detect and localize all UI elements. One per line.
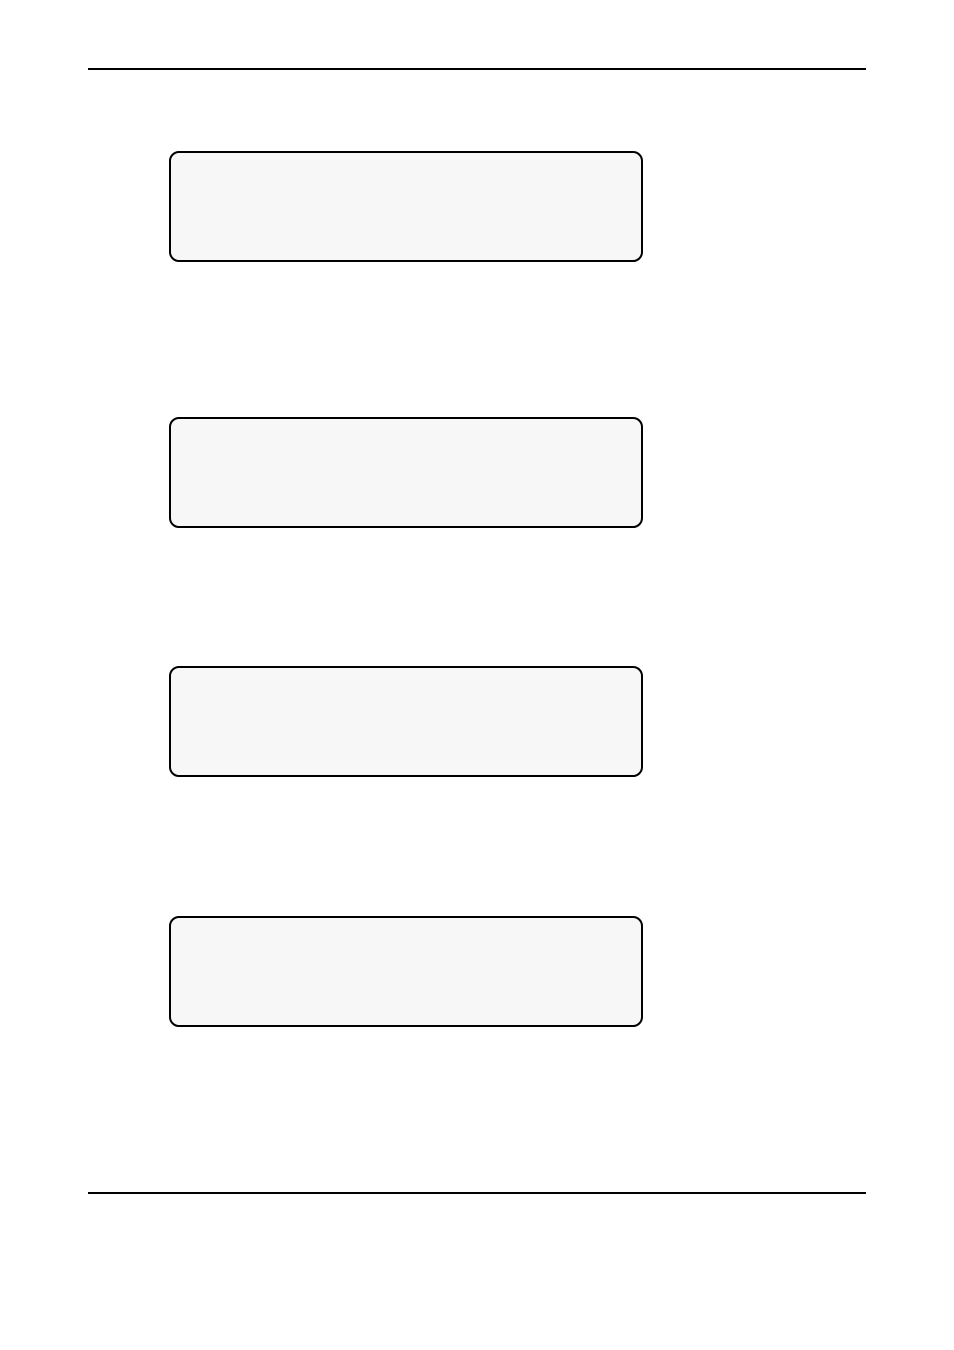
content-box-2	[169, 417, 643, 528]
content-box-3	[169, 666, 643, 777]
content-box-4	[169, 916, 643, 1027]
document-page	[0, 0, 954, 1350]
bottom-horizontal-rule	[88, 1192, 866, 1194]
top-horizontal-rule	[88, 68, 866, 70]
content-box-1	[169, 151, 643, 262]
